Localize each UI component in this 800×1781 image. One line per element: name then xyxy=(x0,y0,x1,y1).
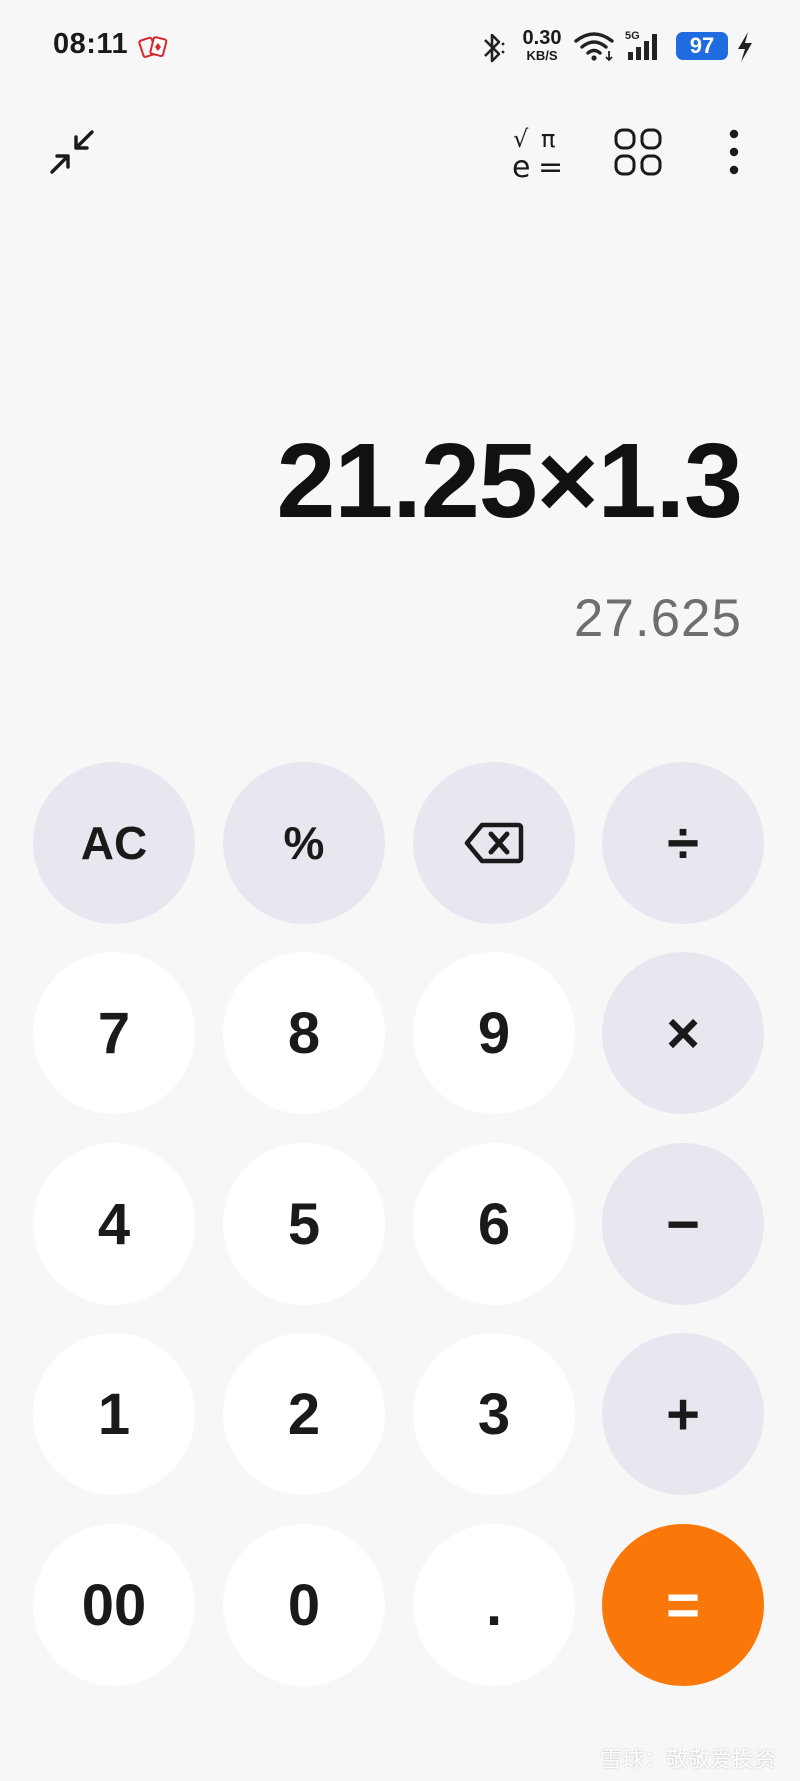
network-speed-unit: KB/S xyxy=(526,48,558,63)
more-options-button[interactable] xyxy=(708,118,760,186)
scientific-mode-icon: √ π e = xyxy=(512,125,563,180)
key-4[interactable]: 4 xyxy=(33,1143,195,1305)
sqrt-symbol: √ xyxy=(513,125,529,153)
multiply-button[interactable]: × xyxy=(602,952,764,1114)
clear-label: AC xyxy=(80,817,148,869)
multiply-label: × xyxy=(666,1000,700,1066)
key-1-label: 1 xyxy=(97,1381,131,1447)
key-6[interactable]: 6 xyxy=(413,1143,575,1305)
minus-label: − xyxy=(666,1191,700,1257)
key-0[interactable]: 0 xyxy=(223,1524,385,1686)
key-5-label: 5 xyxy=(287,1191,321,1257)
pi-symbol: π xyxy=(541,125,555,153)
plus-label: + xyxy=(666,1381,700,1447)
key-7-label: 7 xyxy=(97,1000,131,1066)
key-3[interactable]: 3 xyxy=(413,1333,575,1495)
key-5[interactable]: 5 xyxy=(223,1143,385,1305)
equals-button[interactable]: = xyxy=(602,1524,764,1686)
status-bar: 08:11 0.30 KB/S 5G 97 xyxy=(0,0,800,90)
key-8[interactable]: 8 xyxy=(223,952,385,1114)
key-00-label: 00 xyxy=(81,1572,147,1638)
key-9[interactable]: 9 xyxy=(413,952,575,1114)
key-6-label: 6 xyxy=(477,1191,511,1257)
wifi-icon xyxy=(574,32,614,62)
charging-icon xyxy=(738,32,752,62)
minus-button[interactable]: − xyxy=(602,1143,764,1305)
backspace-icon xyxy=(464,822,524,864)
key-00[interactable]: 00 xyxy=(33,1524,195,1686)
divide-button[interactable]: ÷ xyxy=(602,762,764,924)
result-display: 27.625 xyxy=(573,589,742,648)
status-time: 08:11 xyxy=(53,28,129,60)
key-7[interactable]: 7 xyxy=(33,952,195,1114)
divide-label: ÷ xyxy=(667,810,699,876)
bluetooth-icon xyxy=(484,33,505,63)
network-speed-value: 0.30 xyxy=(522,27,562,49)
decimal-label: . xyxy=(485,1572,503,1638)
key-9-label: 9 xyxy=(477,1000,511,1066)
percent-label: % xyxy=(283,817,325,869)
grid-icon xyxy=(614,128,662,176)
key-2[interactable]: 2 xyxy=(223,1333,385,1495)
key-4-label: 4 xyxy=(97,1191,131,1257)
percent-button[interactable]: % xyxy=(223,762,385,924)
collapse-button[interactable] xyxy=(38,118,106,186)
network-speed: 0.30 KB/S xyxy=(517,28,567,62)
key-1[interactable]: 1 xyxy=(33,1333,195,1495)
collapse-arrows-icon xyxy=(50,130,94,174)
plus-button[interactable]: + xyxy=(602,1333,764,1495)
scientific-mode-button[interactable]: √ π e = xyxy=(505,118,573,186)
layout-button[interactable] xyxy=(604,118,672,186)
clear-button[interactable]: AC xyxy=(33,762,195,924)
expression-display: 21.25×1.3 xyxy=(276,422,743,540)
backspace-button[interactable] xyxy=(413,762,575,924)
watermark: 雪球：敬敬爱投资 xyxy=(599,1747,776,1772)
more-vertical-icon xyxy=(729,129,739,175)
equals-symbol: = xyxy=(538,150,563,180)
key-3-label: 3 xyxy=(477,1381,511,1447)
cellular-signal-icon: 5G xyxy=(625,30,657,60)
battery-indicator: 97 xyxy=(676,32,728,60)
key-2-label: 2 xyxy=(287,1381,321,1447)
key-0-label: 0 xyxy=(287,1572,321,1638)
decimal-button[interactable]: . xyxy=(413,1524,575,1686)
equals-label: = xyxy=(666,1572,700,1638)
cards-app-icon xyxy=(138,36,168,58)
key-8-label: 8 xyxy=(287,1000,321,1066)
e-symbol: e xyxy=(512,150,530,180)
signal-network-label: 5G xyxy=(625,30,640,42)
